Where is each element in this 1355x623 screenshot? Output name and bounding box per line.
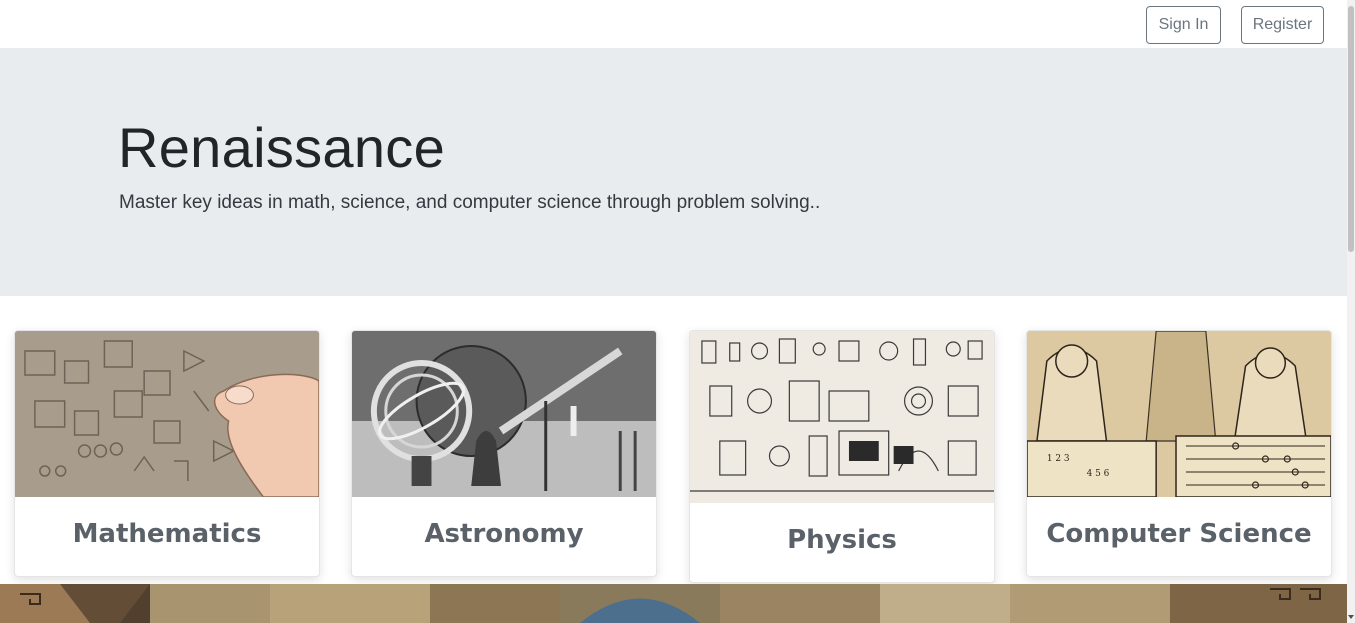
abacus-woodcut-image: 1 2 3 4 5 6	[1027, 331, 1331, 497]
scrollbar-thumb[interactable]	[1348, 6, 1354, 252]
card-title-physics[interactable]: Physics	[690, 525, 994, 555]
course-card-computer-science[interactable]: 1 2 3 4 5 6 Computer Science	[1026, 330, 1332, 577]
site-title: Renaissance	[118, 116, 446, 179]
cuneiform-tablet-image	[15, 331, 319, 497]
hero-jumbotron: Renaissance Master key ideas in math, sc…	[0, 48, 1347, 296]
svg-text:1 2 3: 1 2 3	[1047, 454, 1070, 464]
card-title-computer-science[interactable]: Computer Science	[1027, 519, 1331, 549]
top-navbar: Sign In Register	[0, 0, 1347, 48]
card-title-astronomy[interactable]: Astronomy	[352, 519, 656, 549]
sign-in-button[interactable]: Sign In	[1146, 6, 1221, 44]
armillary-sphere-image	[352, 331, 656, 497]
scientific-apparatus-image	[690, 331, 994, 503]
card-title-mathematics[interactable]: Mathematics	[15, 519, 319, 549]
scroll-down-arrow-icon[interactable]	[1348, 615, 1354, 619]
fresco-banner-image	[0, 584, 1347, 623]
svg-text:4 5 6: 4 5 6	[1087, 469, 1110, 479]
course-card-physics[interactable]: Physics	[689, 330, 995, 583]
course-card-astronomy[interactable]: Astronomy	[351, 330, 657, 577]
course-card-mathematics[interactable]: Mathematics	[14, 330, 320, 577]
site-tagline: Master key ideas in math, science, and c…	[119, 192, 821, 213]
register-button[interactable]: Register	[1241, 6, 1324, 44]
page-scrollbar[interactable]	[1347, 0, 1355, 623]
